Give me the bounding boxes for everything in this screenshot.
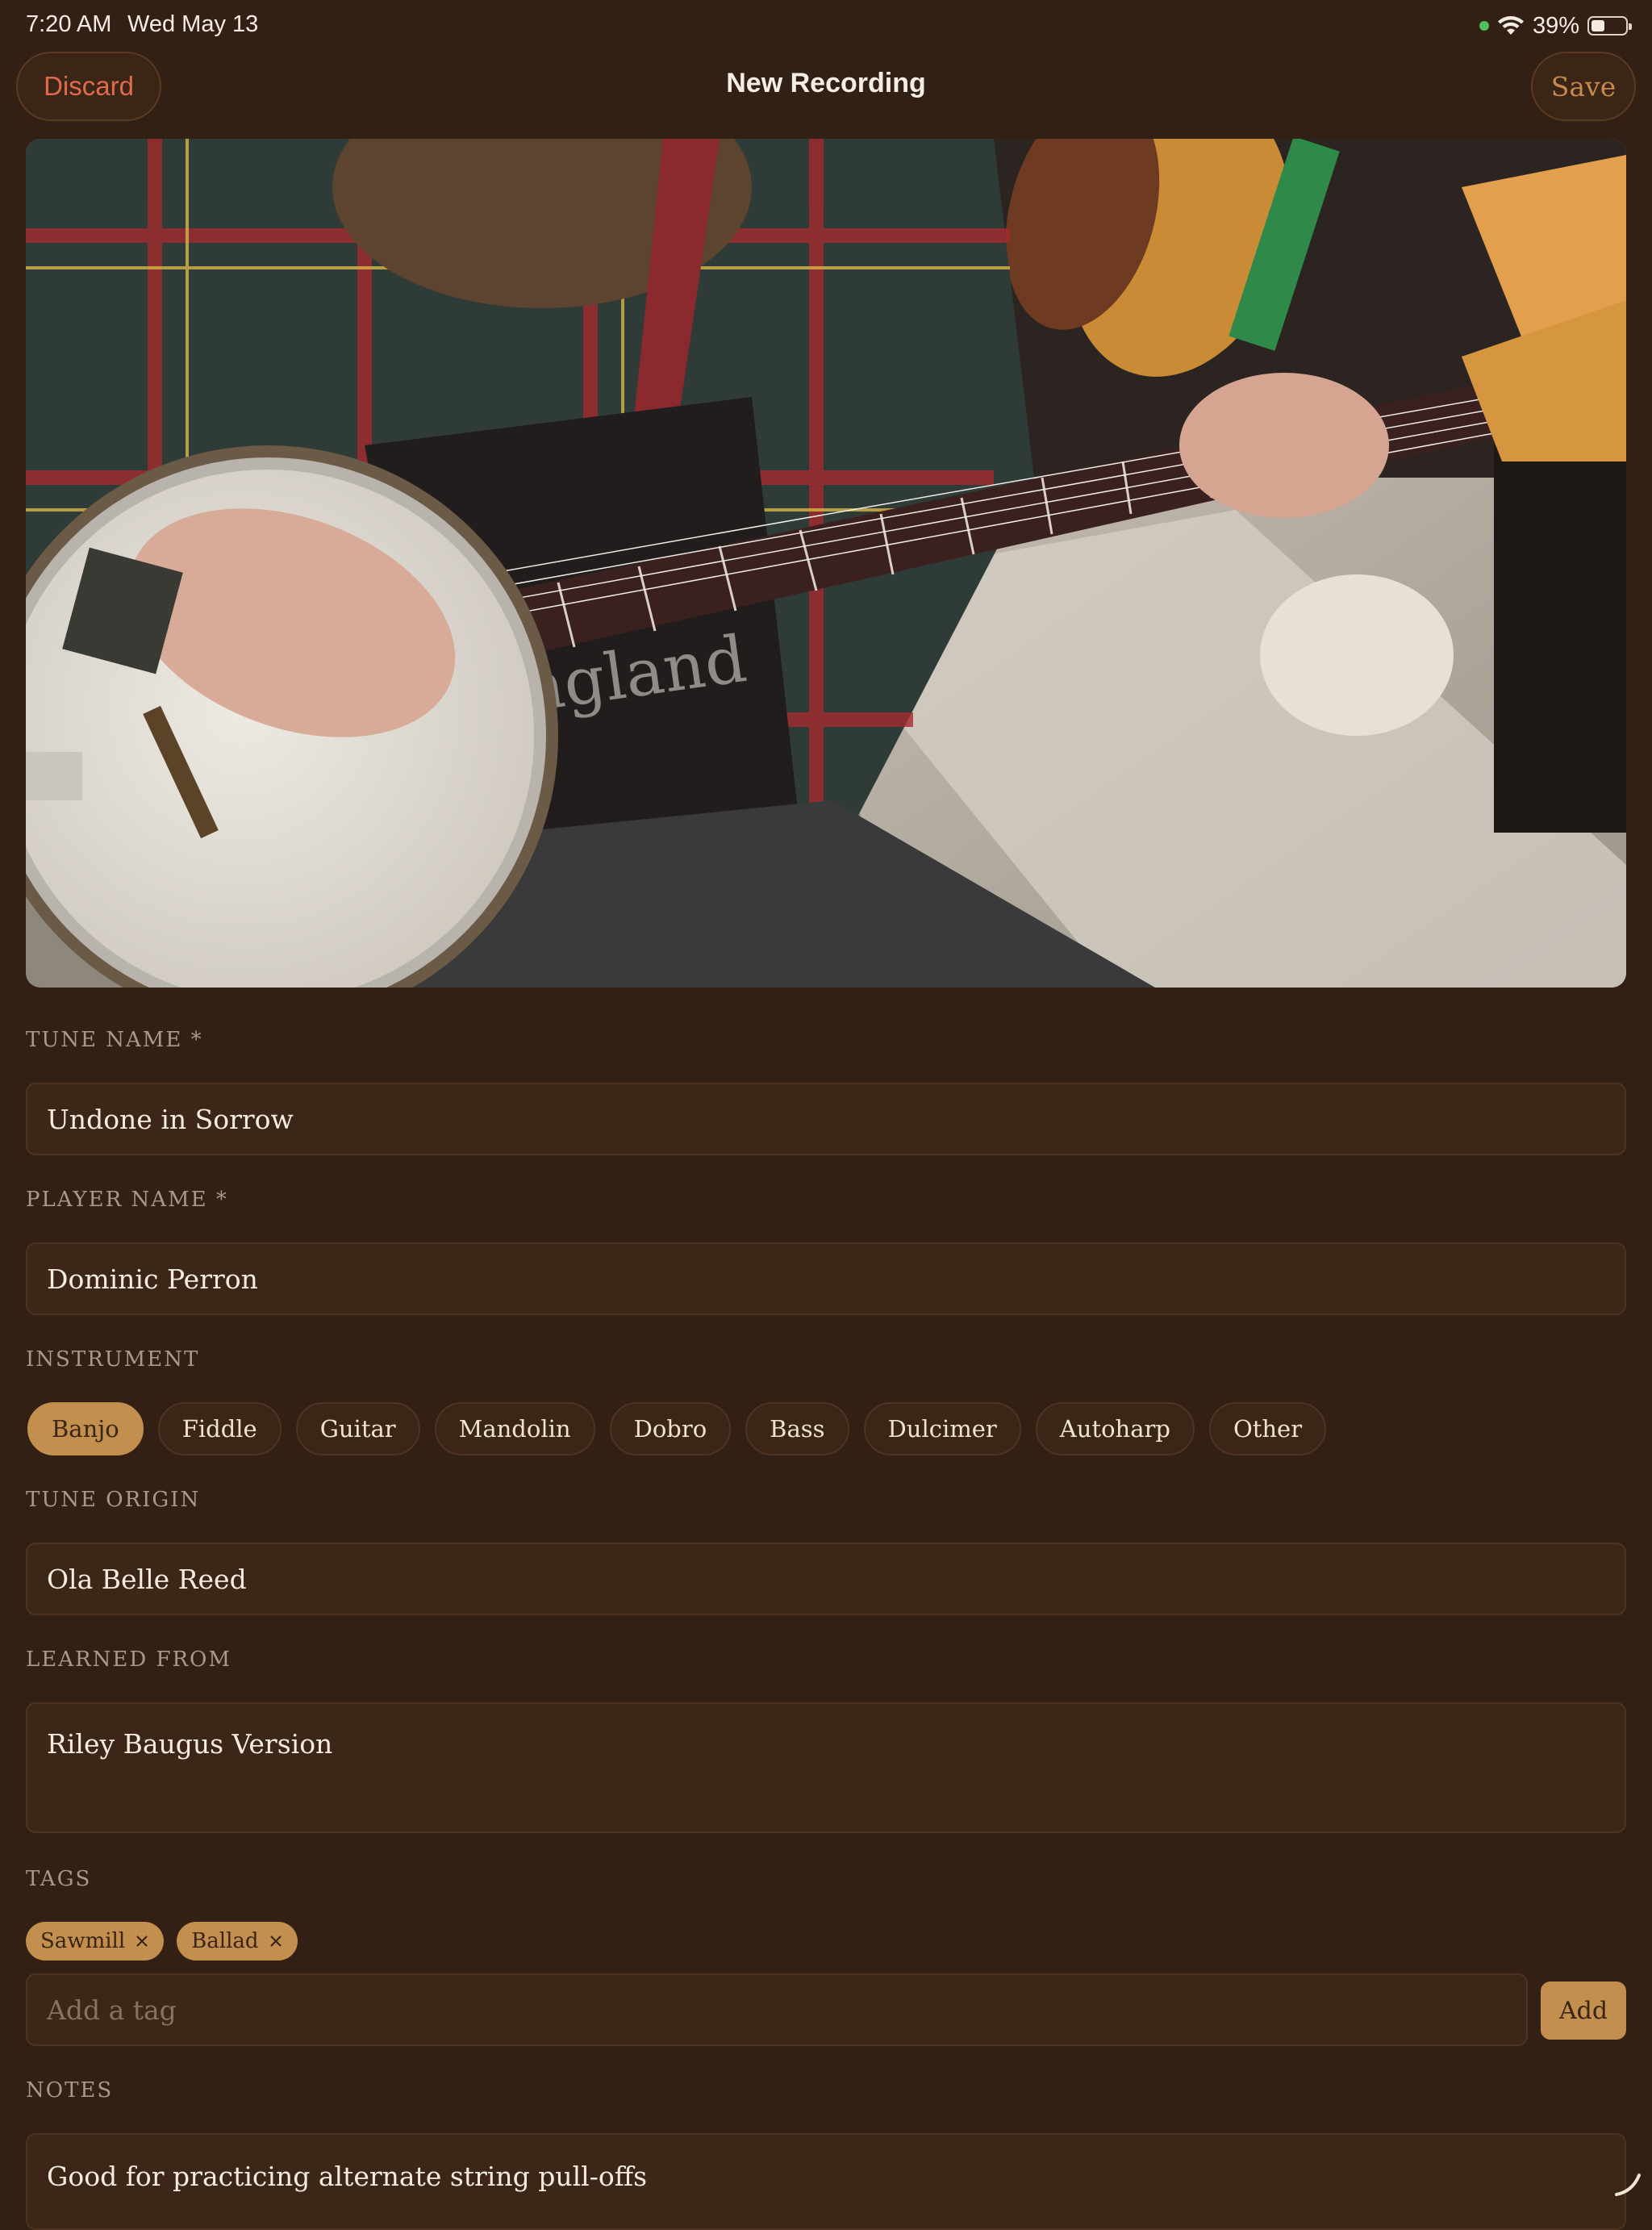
save-button[interactable]: Save — [1531, 52, 1636, 121]
battery-percentage: 39% — [1532, 12, 1579, 39]
tune-origin-input[interactable]: Ola Belle Reed — [26, 1543, 1626, 1615]
add-tag-button[interactable]: Add — [1541, 1982, 1626, 2040]
instrument-chip-fiddle[interactable]: Fiddle — [157, 1402, 282, 1455]
player-name-label: PLAYER NAME * — [26, 1188, 228, 1212]
page-title: New Recording — [726, 68, 926, 98]
tags-label: TAGS — [26, 1867, 92, 1891]
privacy-indicator-dot — [1479, 21, 1489, 31]
instrument-chip-bass[interactable]: Bass — [745, 1402, 849, 1455]
resize-handle-icon[interactable] — [1612, 2167, 1644, 2199]
battery-icon — [1587, 16, 1632, 35]
tag-chip: Ballad — [177, 1922, 298, 1961]
status-time: 7:20 AM — [26, 11, 112, 37]
instrument-chip-dulcimer[interactable]: Dulcimer — [863, 1402, 1021, 1455]
instrument-chip-banjo[interactable]: Banjo — [27, 1402, 144, 1455]
instrument-chip-dobro[interactable]: Dobro — [609, 1402, 732, 1455]
notes-textarea[interactable]: Good for practicing alternate string pul… — [26, 2133, 1626, 2230]
status-indicators: 39% — [1479, 11, 1632, 40]
add-tag-input[interactable]: Add a tag — [26, 1973, 1528, 2046]
instrument-label: INSTRUMENT — [26, 1347, 200, 1372]
recording-video-preview[interactable]: ngland — [26, 139, 1626, 988]
learned-from-label: LEARNED FROM — [26, 1647, 232, 1672]
wifi-icon — [1497, 16, 1524, 35]
battery-level — [1592, 20, 1604, 31]
learned-from-textarea[interactable]: Riley Baugus Version — [26, 1702, 1626, 1833]
instrument-chip-autoharp[interactable]: Autoharp — [1035, 1402, 1195, 1455]
banjo-player-image: ngland — [26, 139, 1626, 988]
tune-name-input[interactable]: Undone in Sorrow — [26, 1083, 1626, 1155]
instrument-picker: Banjo Fiddle Guitar Mandolin Dobro Bass … — [27, 1402, 1327, 1455]
remove-tag-icon[interactable] — [269, 1934, 283, 1948]
tag-label: Ballad — [191, 1929, 259, 1953]
player-name-input[interactable]: Dominic Perron — [26, 1242, 1626, 1315]
instrument-chip-mandolin[interactable]: Mandolin — [434, 1402, 595, 1455]
notes-label: NOTES — [26, 2078, 114, 2103]
tag-list: Sawmill Ballad — [26, 1922, 298, 1961]
tune-name-label: TUNE NAME * — [26, 1028, 203, 1052]
instrument-chip-guitar[interactable]: Guitar — [295, 1402, 420, 1455]
instrument-chip-other[interactable]: Other — [1208, 1402, 1327, 1455]
remove-tag-icon[interactable] — [135, 1934, 149, 1948]
tag-label: Sawmill — [40, 1929, 126, 1953]
status-bar: 7:20 AM Wed May 13 39% — [0, 0, 1652, 52]
tune-origin-label: TUNE ORIGIN — [26, 1488, 201, 1512]
status-date: Wed May 13 — [127, 11, 259, 37]
tag-chip: Sawmill — [26, 1922, 165, 1961]
